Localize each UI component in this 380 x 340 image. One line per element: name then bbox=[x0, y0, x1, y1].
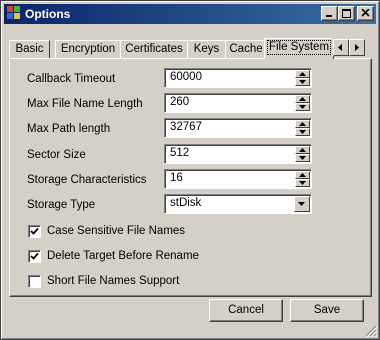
chevron-down-icon[interactable] bbox=[294, 196, 310, 212]
maximize-icon[interactable] bbox=[338, 6, 355, 21]
close-icon[interactable] bbox=[357, 6, 374, 21]
window-title: Options bbox=[25, 7, 71, 21]
spinner-arrows bbox=[295, 95, 310, 111]
tab-cache[interactable]: Cache bbox=[225, 40, 267, 58]
storage-characteristics-value: 16 bbox=[170, 172, 183, 184]
storage-type-select[interactable]: stDisk bbox=[164, 194, 312, 214]
spinner-arrows bbox=[295, 120, 310, 136]
tab-encryption[interactable]: Encryption bbox=[55, 40, 121, 58]
storage-type-label: Storage Type bbox=[27, 199, 96, 211]
minimize-icon[interactable] bbox=[321, 6, 338, 21]
storage-characteristics-spinner[interactable]: 16 bbox=[164, 169, 312, 189]
checkmark-icon bbox=[30, 227, 39, 235]
delete-target-label[interactable]: Delete Target Before Rename bbox=[47, 250, 199, 262]
cancel-button[interactable]: Cancel bbox=[209, 299, 283, 322]
max-path-length-value: 32767 bbox=[170, 121, 202, 133]
max-path-length-spinner[interactable]: 32767 bbox=[164, 118, 312, 138]
max-file-name-length-spinner[interactable]: 260 bbox=[164, 93, 312, 113]
callback-timeout-value: 60000 bbox=[170, 71, 202, 83]
max-file-name-length-value: 260 bbox=[170, 96, 190, 108]
storage-type-value: stDisk bbox=[170, 197, 202, 209]
arrow-left-icon[interactable] bbox=[333, 39, 349, 56]
spin-up-icon[interactable] bbox=[295, 95, 310, 103]
short-file-names-label[interactable]: Short File Names Support bbox=[47, 275, 179, 287]
spin-up-icon[interactable] bbox=[295, 70, 310, 78]
case-sensitive-checkbox[interactable] bbox=[28, 225, 41, 238]
spin-down-icon[interactable] bbox=[295, 78, 310, 86]
spin-down-icon[interactable] bbox=[295, 154, 310, 162]
storage-characteristics-label: Storage Characteristics bbox=[27, 174, 147, 186]
tab-keys[interactable]: Keys bbox=[187, 40, 226, 58]
checkmark-icon bbox=[30, 252, 39, 260]
delete-target-checkbox[interactable] bbox=[28, 250, 41, 263]
save-button[interactable]: Save bbox=[290, 299, 364, 322]
sector-size-spinner[interactable]: 512 bbox=[164, 144, 312, 164]
spinner-arrows bbox=[295, 70, 310, 86]
tab-certificates[interactable]: Certificates bbox=[120, 40, 188, 58]
tab-file-system[interactable]: File System bbox=[264, 38, 334, 59]
arrow-right-icon[interactable] bbox=[349, 39, 365, 56]
sector-size-label: Sector Size bbox=[27, 149, 86, 161]
callback-timeout-spinner[interactable]: 60000 bbox=[164, 68, 312, 88]
app-window-icon bbox=[7, 6, 21, 20]
spinner-arrows bbox=[295, 171, 310, 187]
case-sensitive-label[interactable]: Case Sensitive File Names bbox=[47, 225, 185, 237]
callback-timeout-label: Callback Timeout bbox=[27, 73, 116, 85]
max-path-length-label: Max Path length bbox=[27, 123, 111, 135]
spin-up-icon[interactable] bbox=[295, 146, 310, 154]
title-bar[interactable]: Options bbox=[4, 4, 376, 24]
spinner-arrows bbox=[295, 146, 310, 162]
sector-size-value: 512 bbox=[170, 147, 190, 159]
short-file-names-checkbox[interactable] bbox=[28, 275, 41, 288]
spin-down-icon[interactable] bbox=[295, 128, 310, 136]
resize-grip-icon[interactable] bbox=[365, 325, 377, 337]
spin-up-icon[interactable] bbox=[295, 120, 310, 128]
spin-down-icon[interactable] bbox=[295, 103, 310, 111]
tab-basic[interactable]: Basic bbox=[9, 40, 50, 58]
spin-down-icon[interactable] bbox=[295, 179, 310, 187]
options-window: Options Basic Encryption Certificates Ke… bbox=[0, 0, 380, 340]
max-file-name-length-label: Max File Name Length bbox=[27, 98, 143, 110]
tab-strip: Basic Encryption Certificates Keys Cache… bbox=[9, 38, 371, 59]
spin-up-icon[interactable] bbox=[295, 171, 310, 179]
